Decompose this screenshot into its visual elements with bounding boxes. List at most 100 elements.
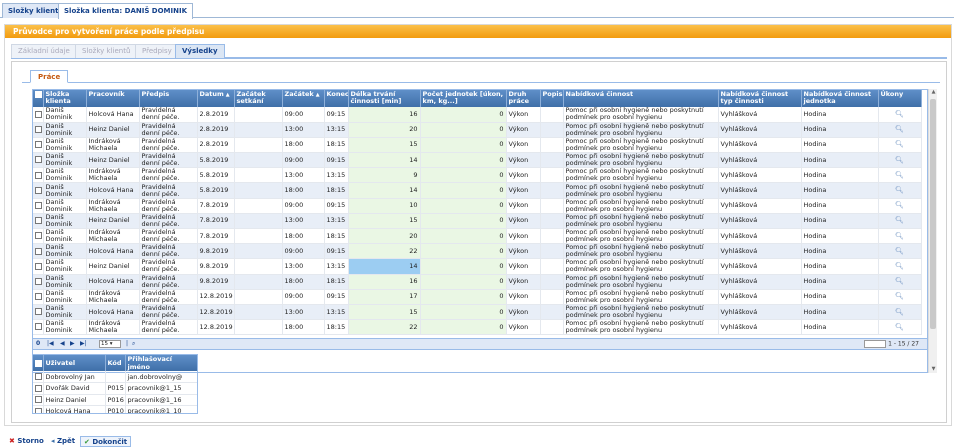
cell-units[interactable]: 0 <box>420 258 507 275</box>
col-worker[interactable]: Pracovník <box>86 90 140 107</box>
table-row[interactable]: Daniš Dominik Indráková Michaela Pravideln… <box>33 289 922 305</box>
back-button[interactable]: ◂ Zpět <box>48 436 78 447</box>
row-checkbox[interactable] <box>33 289 44 305</box>
cell-duration[interactable]: 17 <box>348 289 421 305</box>
cell-units[interactable]: 0 <box>420 152 507 169</box>
col-actions[interactable]: Úkony <box>878 90 922 107</box>
col-end[interactable]: Konec <box>324 90 349 107</box>
detail-action[interactable]: 🔍︎ <box>878 228 922 245</box>
user-checkbox[interactable] <box>33 394 44 406</box>
detail-action[interactable]: 🔍︎ <box>878 198 922 214</box>
cell-units[interactable]: 0 <box>420 289 507 305</box>
col-client-folder[interactable]: Složka klienta <box>43 90 87 107</box>
scrollbar-thumb[interactable] <box>930 99 936 329</box>
col-login[interactable]: Přihlašovací jméno <box>125 355 197 371</box>
detail-action[interactable]: 🔍︎ <box>878 289 922 305</box>
scroll-up-icon[interactable]: ▲ <box>930 89 937 96</box>
table-row[interactable]: Daniš Dominik Heinz Daniel Pravidelná denn… <box>33 122 922 138</box>
col-code[interactable]: Kód <box>105 355 126 371</box>
detail-action[interactable]: 🔍︎ <box>878 274 922 290</box>
cell-units[interactable]: 0 <box>420 167 507 184</box>
detail-action[interactable]: 🔍︎ <box>878 137 922 154</box>
col-activity-unit[interactable]: Nabídková činnost jednotka <box>801 90 879 107</box>
detail-action[interactable]: 🔍︎ <box>878 167 922 184</box>
table-row[interactable]: Daniš Dominik Indráková Michaela Pravideln… <box>33 228 922 245</box>
col-description[interactable]: Popis <box>540 90 564 107</box>
cell-units[interactable]: 0 <box>420 228 507 245</box>
user-checkbox[interactable] <box>33 371 44 383</box>
detail-action[interactable]: 🔍︎ <box>878 319 922 336</box>
table-row[interactable]: Daniš Dominik Holcová Hana Pravidelná denn… <box>33 182 922 199</box>
list-item[interactable]: Holcová Hana P010 pracovnik@1_10 <box>33 405 197 413</box>
cancel-button[interactable]: ✖ Storno <box>6 436 47 447</box>
table-row[interactable]: Daniš Dominik Heinz Daniel Pravidelná denn… <box>33 213 922 230</box>
detail-action[interactable]: 🔍︎ <box>878 304 922 321</box>
row-checkbox[interactable] <box>33 258 44 275</box>
detail-action[interactable]: 🔍︎ <box>878 258 922 275</box>
cell-units[interactable]: 0 <box>420 319 507 336</box>
select-all-checkbox[interactable] <box>33 90 44 107</box>
table-row[interactable]: Daniš Dominik Indráková Michaela Pravideln… <box>33 137 922 154</box>
table-row[interactable]: Daniš Dominik Holcová Hana Pravidelná denn… <box>33 304 922 321</box>
cell-duration[interactable]: 14 <box>348 258 421 275</box>
row-checkbox[interactable] <box>33 304 44 321</box>
col-user[interactable]: Uživatel <box>43 355 106 371</box>
cell-duration[interactable]: 15 <box>348 304 421 321</box>
cell-duration[interactable]: 14 <box>348 182 421 199</box>
detail-action[interactable]: 🔍︎ <box>878 182 922 199</box>
col-offered-activity[interactable]: Nabídková činnost <box>563 90 719 107</box>
row-checkbox[interactable] <box>33 167 44 184</box>
grid-vertical-scrollbar[interactable]: ▲ ▼ <box>928 89 937 373</box>
row-checkbox[interactable] <box>33 152 44 169</box>
cell-duration[interactable]: 9 <box>348 167 421 184</box>
cell-units[interactable]: 0 <box>420 304 507 321</box>
row-checkbox[interactable] <box>33 243 44 260</box>
col-work-type[interactable]: Druh práce <box>506 90 541 107</box>
cell-duration[interactable]: 20 <box>348 122 421 138</box>
detail-action[interactable]: 🔍︎ <box>878 243 922 260</box>
users-select-all-checkbox[interactable] <box>33 355 44 371</box>
table-row[interactable]: Daniš Dominik Heinz Daniel Pravidelná denn… <box>33 258 922 275</box>
wizard-tab-basic[interactable]: Základní údaje <box>11 44 77 58</box>
col-prescription[interactable]: Předpis <box>139 90 198 107</box>
table-row[interactable]: Daniš Dominik Indráková Michaela Pravideln… <box>33 198 922 214</box>
page-number-input[interactable] <box>864 340 887 348</box>
wizard-tab-prescriptions[interactable]: Předpisy <box>135 44 179 58</box>
user-checkbox[interactable] <box>33 405 44 413</box>
cell-duration[interactable]: 15 <box>348 213 421 230</box>
cell-units[interactable]: 0 <box>420 213 507 230</box>
table-row[interactable]: Daniš Dominik Holcová Hana Pravidelná denn… <box>33 107 922 123</box>
detail-action[interactable]: 🔍︎ <box>878 152 922 169</box>
cell-duration[interactable]: 14 <box>348 152 421 169</box>
row-checkbox[interactable] <box>33 198 44 214</box>
prev-page-icon[interactable]: ◀ <box>60 340 65 347</box>
list-item[interactable]: Heinz Daniel P016 pracovnik@1_16 <box>33 394 197 406</box>
table-row[interactable]: Daniš Dominik Indráková Michaela Pravideln… <box>33 167 922 184</box>
wizard-tab-results[interactable]: Výsledky <box>175 44 225 58</box>
last-page-icon[interactable]: ▶| <box>80 340 87 347</box>
detail-action[interactable]: 🔍︎ <box>878 107 922 123</box>
cell-units[interactable]: 0 <box>420 182 507 199</box>
first-page-icon[interactable]: |◀ <box>47 340 54 347</box>
detail-action[interactable]: 🔍︎ <box>878 213 922 230</box>
cell-duration[interactable]: 22 <box>348 319 421 336</box>
row-checkbox[interactable] <box>33 122 44 138</box>
col-units[interactable]: Počet jednotek [úkon, km, kg...] <box>420 90 507 107</box>
row-checkbox[interactable] <box>33 319 44 336</box>
row-checkbox[interactable] <box>33 274 44 290</box>
col-date[interactable]: Datum ▲ <box>197 90 235 107</box>
cell-duration[interactable]: 10 <box>348 198 421 214</box>
page-size-select[interactable]: 15 ▾ <box>99 340 121 348</box>
scroll-down-icon[interactable]: ▼ <box>930 366 937 373</box>
cell-units[interactable]: 0 <box>420 137 507 154</box>
cell-duration[interactable]: 15 <box>348 137 421 154</box>
wizard-tab-client-folders[interactable]: Složky klientů <box>75 44 138 58</box>
list-item[interactable]: Dobrovolný Jan jan.dobrovolny@ <box>33 371 197 383</box>
table-row[interactable]: Daniš Dominik Holcová Hana Pravidelná denn… <box>33 243 922 260</box>
cell-duration[interactable]: 16 <box>348 107 421 123</box>
col-meeting-start[interactable]: Začátek setkání <box>234 90 283 107</box>
row-checkbox[interactable] <box>33 107 44 123</box>
row-checkbox[interactable] <box>33 213 44 230</box>
row-checkbox[interactable] <box>33 228 44 245</box>
col-start[interactable]: Začátek ▲ <box>282 90 325 107</box>
